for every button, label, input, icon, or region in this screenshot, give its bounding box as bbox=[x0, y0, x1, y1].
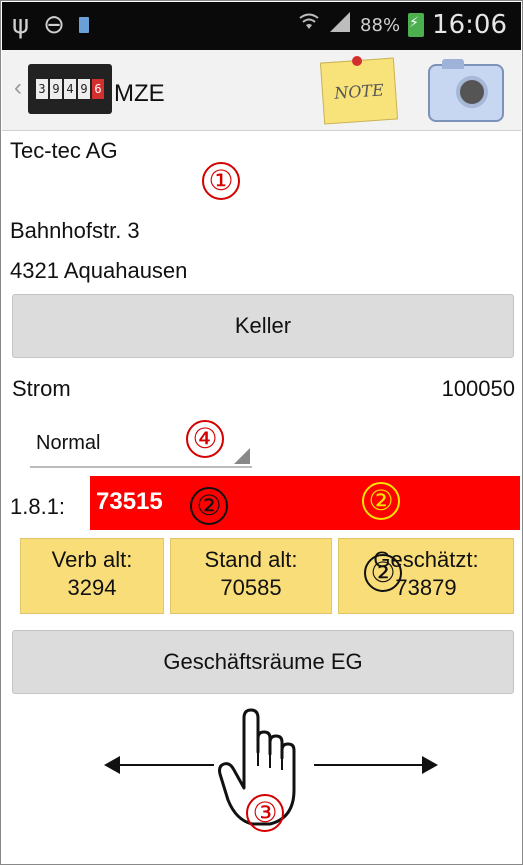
consumption-old-cell: Verb alt: 3294 bbox=[20, 538, 164, 614]
consumption-old-value: 3294 bbox=[67, 575, 117, 600]
camera-top-icon bbox=[442, 59, 464, 69]
reading-old-value: 70585 bbox=[220, 575, 282, 600]
customer-city: 4321 Aquahausen bbox=[10, 258, 188, 283]
arrow-left-icon bbox=[104, 756, 120, 774]
marker-2: ② bbox=[190, 487, 228, 525]
signal-icon bbox=[328, 10, 352, 40]
sim-icon bbox=[78, 17, 89, 33]
logo-digit: 9 bbox=[78, 79, 90, 99]
reading-value: 73515 bbox=[96, 488, 163, 515]
customer-street: Bahnhofstr. 3 bbox=[10, 218, 140, 243]
reading-old-label: Stand alt: bbox=[204, 547, 298, 572]
marker-2: ② bbox=[362, 482, 400, 520]
customer-name: Tec-tec AG bbox=[10, 138, 118, 163]
location-button[interactable]: Keller bbox=[12, 294, 514, 358]
do-not-disturb-icon: ⊖ bbox=[43, 10, 65, 40]
arrow-right-icon bbox=[422, 756, 438, 774]
app-logo[interactable]: 3 9 4 9 6 bbox=[28, 64, 112, 114]
battery-percent: 88% bbox=[360, 14, 401, 36]
camera-lens-icon bbox=[456, 76, 488, 108]
reading-input[interactable]: 73515 bbox=[90, 476, 520, 530]
consumption-old-label: Verb alt: bbox=[51, 547, 133, 572]
status-bar: ψ ⊖ 88% 16:06 bbox=[2, 2, 521, 50]
mode-select-value: Normal bbox=[36, 432, 101, 454]
battery-charging-icon bbox=[408, 13, 425, 37]
obis-code: 1.8.1: bbox=[10, 494, 66, 519]
status-icons-left: ψ ⊖ bbox=[12, 10, 89, 40]
marker-2: ② bbox=[364, 554, 402, 592]
pin-icon bbox=[352, 56, 362, 66]
note-label: NOTE bbox=[333, 79, 385, 103]
note-icon[interactable]: NOTE bbox=[319, 57, 399, 125]
wifi-icon bbox=[298, 11, 320, 39]
meter-type: Strom bbox=[12, 376, 71, 401]
marker-3: ③ bbox=[246, 794, 284, 832]
app-title: MZE bbox=[114, 80, 165, 107]
dropdown-corner-icon bbox=[234, 448, 250, 464]
next-location-button[interactable]: Geschäftsräume EG bbox=[12, 630, 514, 694]
reading-old-cell: Stand alt: 70585 bbox=[170, 538, 332, 614]
action-bar: ‹ 3 9 4 9 6 MZE NOTE bbox=[2, 50, 521, 131]
logo-digit: 6 bbox=[92, 79, 104, 99]
logo-digit: 3 bbox=[36, 79, 48, 99]
back-chevron-icon[interactable]: ‹ bbox=[14, 74, 22, 102]
marker-1: ① bbox=[202, 162, 240, 200]
usb-icon: ψ bbox=[12, 10, 30, 40]
meter-number: 100050 bbox=[441, 376, 515, 401]
logo-digit: 4 bbox=[64, 79, 76, 99]
status-icons-right: 88% 16:06 bbox=[298, 10, 507, 40]
logo-digit: 9 bbox=[50, 79, 62, 99]
marker-4: ④ bbox=[186, 420, 224, 458]
clock: 16:06 bbox=[432, 10, 507, 40]
